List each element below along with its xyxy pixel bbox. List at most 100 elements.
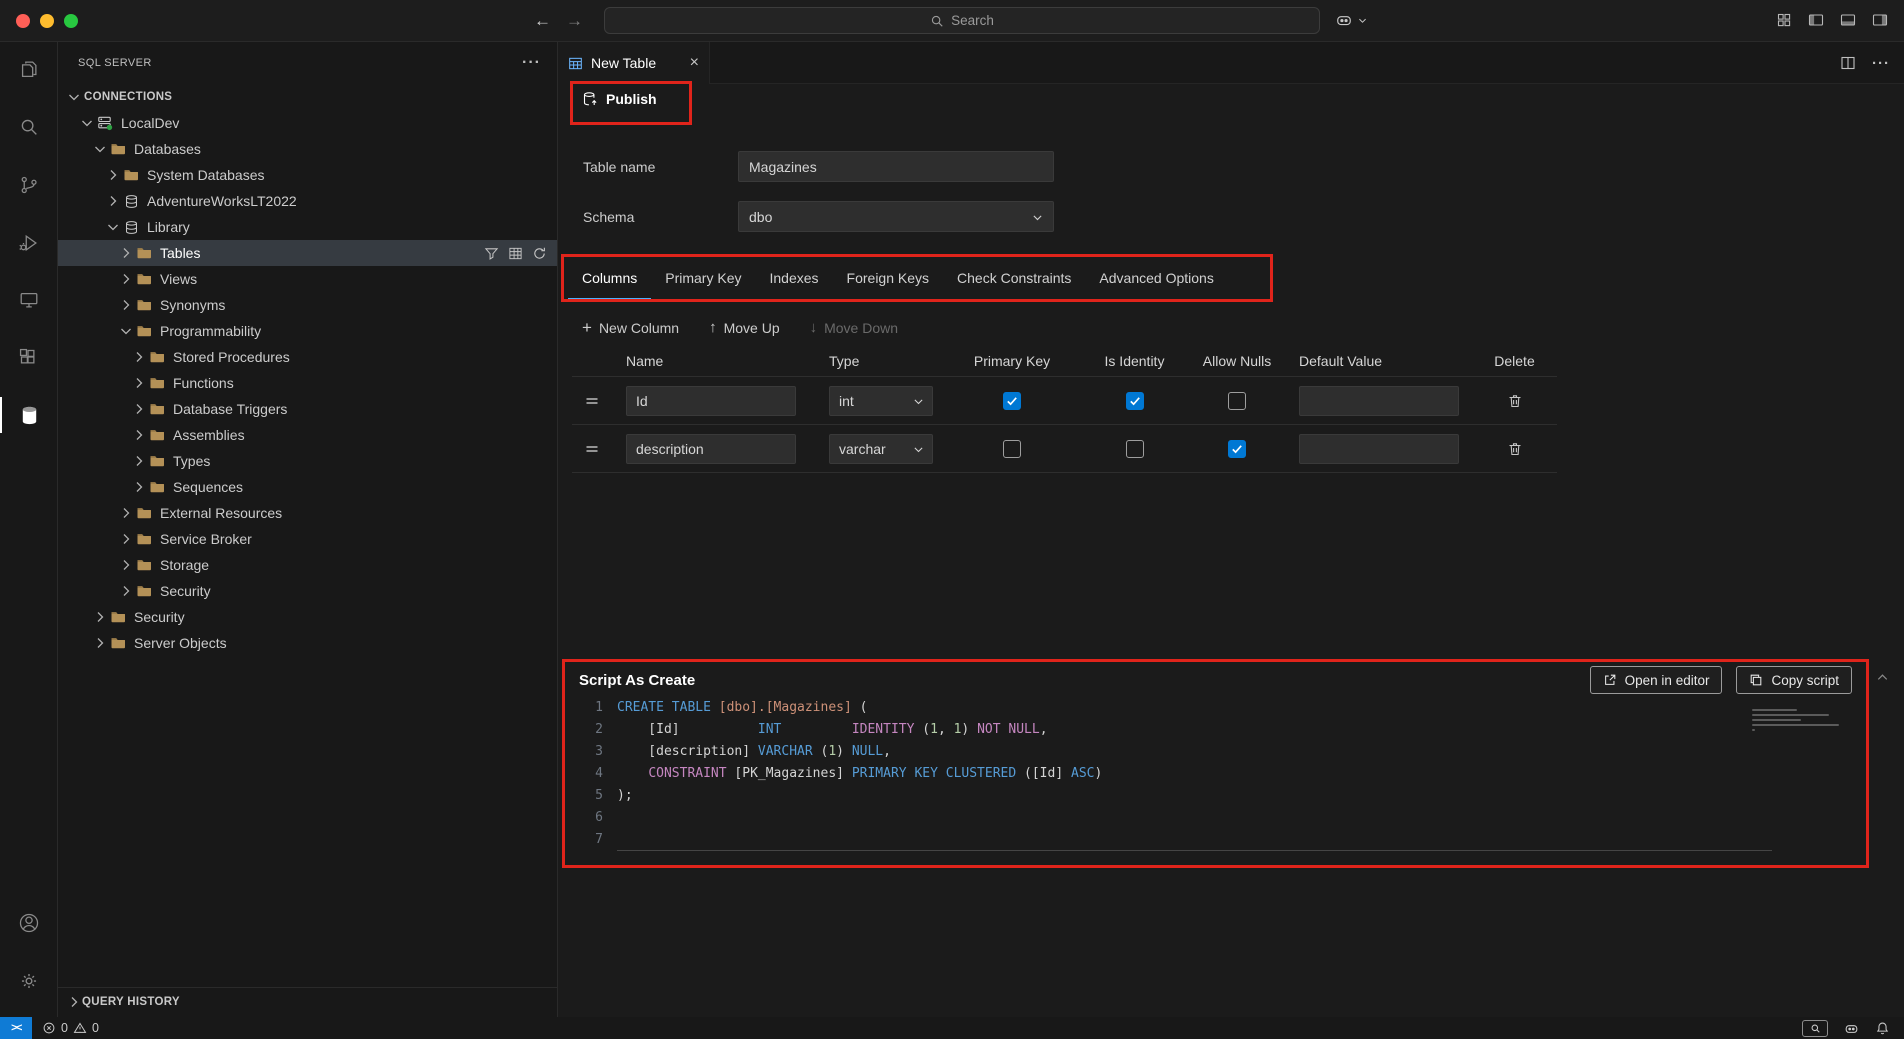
toggle-sidebar-right-icon[interactable]: [1872, 12, 1888, 28]
tree-item-service-broker[interactable]: Service Broker: [58, 526, 557, 552]
tree-item-label: Database Triggers: [173, 401, 287, 417]
column-row-id: Id int: [572, 377, 1557, 425]
tree-item-tables[interactable]: Tables: [58, 240, 557, 266]
zoom-indicator[interactable]: [1802, 1020, 1828, 1037]
new-column-button[interactable]: + New Column: [582, 320, 679, 336]
open-in-editor-button[interactable]: Open in editor: [1590, 666, 1723, 694]
settings-gear-icon[interactable]: [0, 957, 58, 1005]
tab-close-icon[interactable]: ×: [690, 56, 699, 70]
notifications-bell-icon[interactable]: [1875, 1021, 1890, 1036]
chevron-right-icon: [131, 479, 147, 495]
drag-handle-icon[interactable]: [584, 393, 600, 409]
default-value-input[interactable]: [1299, 386, 1459, 416]
nav-back-button[interactable]: ←: [534, 9, 551, 33]
delete-column-button[interactable]: [1507, 441, 1523, 457]
tree-item-security[interactable]: Security: [58, 578, 557, 604]
tree-item-views[interactable]: Views: [58, 266, 557, 292]
command-center-search[interactable]: Search: [604, 7, 1320, 34]
problems-indicator[interactable]: 0 0: [42, 1021, 99, 1035]
accounts-icon[interactable]: [0, 899, 58, 947]
column-type-select[interactable]: varchar: [829, 434, 933, 464]
designer-tab-advanced-options[interactable]: Advanced Options: [1085, 257, 1227, 300]
allow-nulls-checkbox[interactable]: [1228, 440, 1246, 458]
tree-item-stored-procedures[interactable]: Stored Procedures: [58, 344, 557, 370]
move-down-button[interactable]: ↓ Move Down: [810, 320, 898, 336]
run-and-debug-icon[interactable]: [0, 219, 58, 267]
tree-item-label: Sequences: [173, 479, 243, 495]
toggle-panel-icon[interactable]: [1840, 12, 1856, 28]
search-view-icon[interactable]: [0, 103, 58, 151]
tree-item-database-triggers[interactable]: Database Triggers: [58, 396, 557, 422]
allow-nulls-checkbox[interactable]: [1228, 392, 1246, 410]
tree-item-assemblies[interactable]: Assemblies: [58, 422, 557, 448]
tree-item-sequences[interactable]: Sequences: [58, 474, 557, 500]
magnifier-icon: [1810, 1023, 1821, 1034]
tree-item-types[interactable]: Types: [58, 448, 557, 474]
tree-item-security[interactable]: Security: [58, 604, 557, 630]
tree-item-synonyms[interactable]: Synonyms: [58, 292, 557, 318]
column-name-input[interactable]: description: [626, 434, 796, 464]
column-type-select[interactable]: int: [829, 386, 933, 416]
more-editor-actions-icon[interactable]: ···: [1872, 55, 1890, 72]
default-value-input[interactable]: [1299, 434, 1459, 464]
publish-button[interactable]: Publish: [582, 91, 657, 107]
folder-icon: [135, 505, 153, 521]
schema-select[interactable]: dbo: [738, 201, 1054, 232]
is-identity-checkbox[interactable]: [1126, 392, 1144, 410]
window-maximize-button[interactable]: [64, 14, 78, 28]
copilot-menu-button[interactable]: [1334, 10, 1368, 30]
table-grid-icon[interactable]: [508, 246, 523, 261]
grid-body: Id int description varchar: [572, 377, 1557, 473]
primary-key-checkbox[interactable]: [1003, 440, 1021, 458]
designer-tab-indexes[interactable]: Indexes: [755, 257, 832, 300]
remote-indicator[interactable]: ><: [0, 1017, 32, 1039]
drag-handle-icon[interactable]: [584, 441, 600, 457]
filter-icon[interactable]: [484, 246, 499, 261]
tree-item-library[interactable]: Library: [58, 214, 557, 240]
status-bar: >< 0 0: [0, 1017, 1904, 1039]
column-name-input[interactable]: Id: [626, 386, 796, 416]
tree-item-external-resources[interactable]: External Resources: [58, 500, 557, 526]
designer-tab-columns[interactable]: Columns: [568, 257, 651, 300]
primary-key-checkbox[interactable]: [1003, 392, 1021, 410]
copilot-status-icon[interactable]: [1843, 1020, 1860, 1037]
table-name-input[interactable]: Magazines: [738, 151, 1054, 182]
copy-script-button[interactable]: Copy script: [1736, 666, 1852, 694]
tree-item-storage[interactable]: Storage: [58, 552, 557, 578]
window-minimize-button[interactable]: [40, 14, 54, 28]
query-history-section[interactable]: QUERY HISTORY: [58, 987, 557, 1015]
explorer-icon[interactable]: [0, 45, 58, 93]
extensions-icon[interactable]: [0, 334, 58, 382]
row-delete-cell: [1472, 441, 1557, 457]
is-identity-checkbox[interactable]: [1126, 440, 1144, 458]
sql-server-view-icon[interactable]: [0, 391, 58, 439]
tree-item-connections[interactable]: CONNECTIONS: [58, 84, 557, 110]
nav-forward-button[interactable]: →: [566, 9, 583, 33]
refresh-icon[interactable]: [532, 246, 547, 261]
script-code[interactable]: 1CREATE TABLE [dbo].[Magazines] (2 [Id] …: [565, 697, 1866, 851]
folder-icon: [109, 635, 127, 651]
remote-explorer-icon[interactable]: [0, 276, 58, 324]
toggle-sidebar-left-icon[interactable]: [1808, 12, 1824, 28]
chevron-right-icon: [118, 297, 134, 313]
tree-item-functions[interactable]: Functions: [58, 370, 557, 396]
move-up-button[interactable]: ↑ Move Up: [709, 320, 780, 336]
designer-tab-primary-key[interactable]: Primary Key: [651, 257, 755, 300]
window-close-button[interactable]: [16, 14, 30, 28]
tree-item-databases[interactable]: Databases: [58, 136, 557, 162]
tree-item-adventureworkslt2022[interactable]: AdventureWorksLT2022: [58, 188, 557, 214]
tree-item-system-databases[interactable]: System Databases: [58, 162, 557, 188]
customize-layout-icon[interactable]: [1776, 12, 1792, 28]
more-actions-icon[interactable]: ···: [522, 54, 541, 72]
source-control-icon[interactable]: [0, 161, 58, 209]
tree-item-programmability[interactable]: Programmability: [58, 318, 557, 344]
tree-item-localdev[interactable]: LocalDev: [58, 110, 557, 136]
scroll-up-icon[interactable]: [1875, 670, 1890, 685]
tree-item-server-objects[interactable]: Server Objects: [58, 630, 557, 656]
designer-tab-foreign-keys[interactable]: Foreign Keys: [833, 257, 943, 300]
search-placeholder: Search: [951, 13, 994, 28]
split-editor-icon[interactable]: [1840, 55, 1856, 71]
designer-tab-check-constraints[interactable]: Check Constraints: [943, 257, 1085, 300]
tab-new-table[interactable]: New Table ×: [558, 42, 710, 84]
delete-column-button[interactable]: [1507, 393, 1523, 409]
